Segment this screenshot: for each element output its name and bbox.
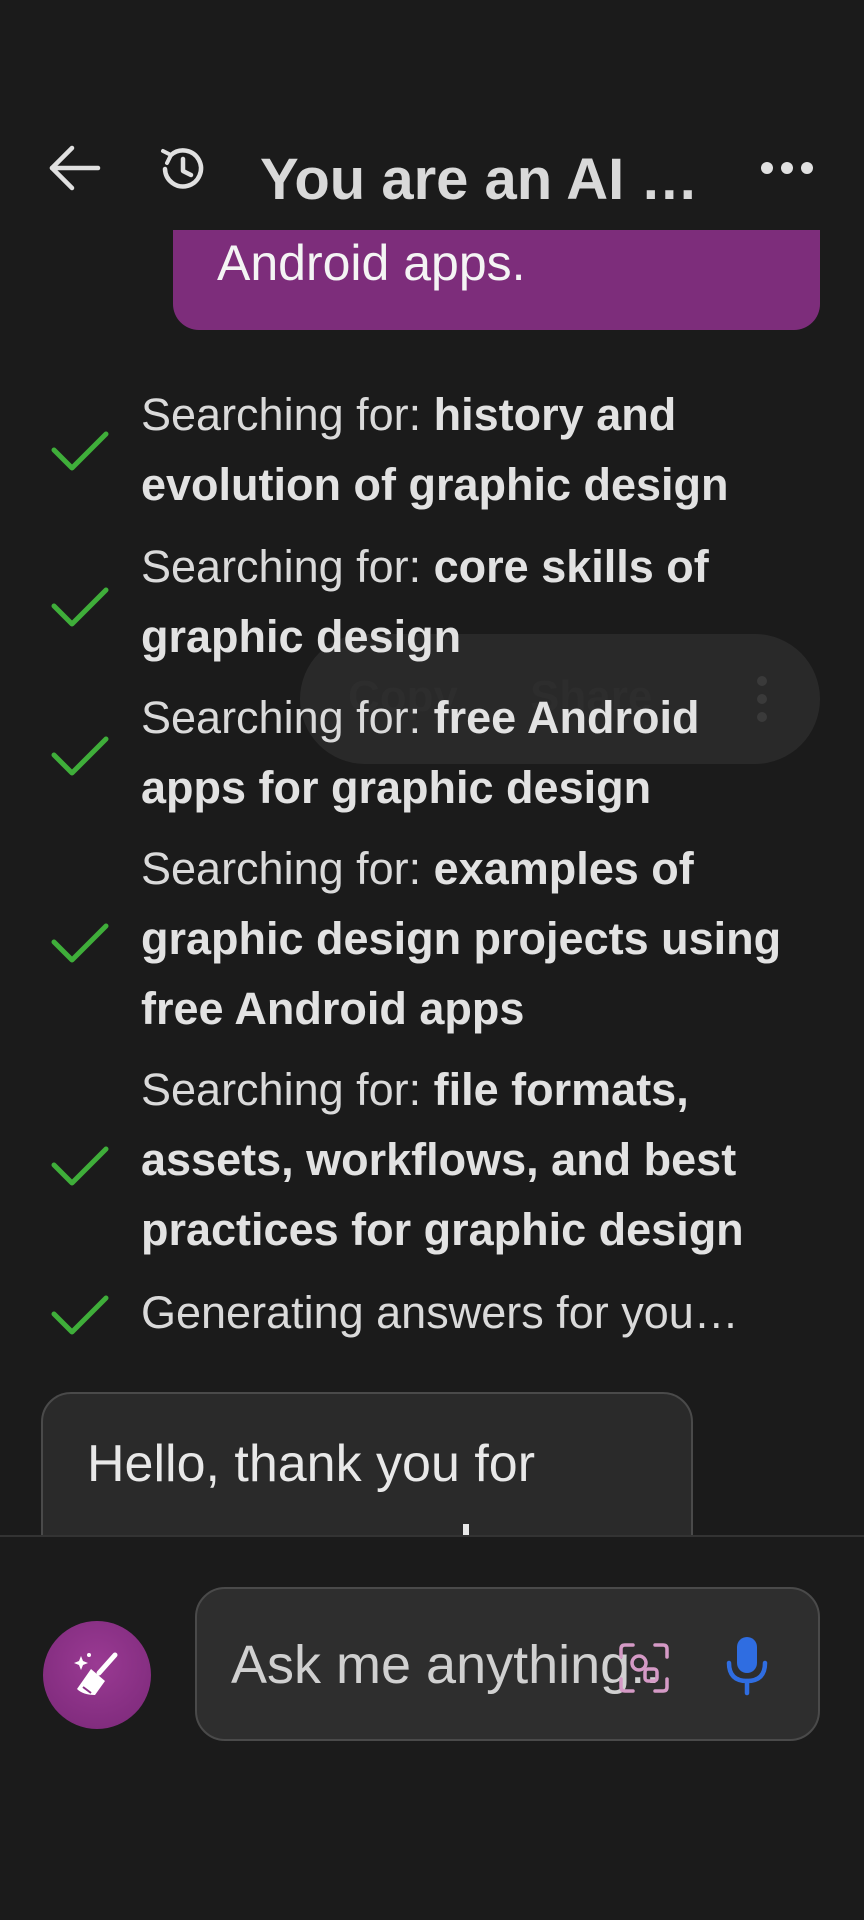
checkmark-icon: [51, 587, 109, 627]
checkmark-icon: [51, 923, 109, 963]
page-title: You are an AI …: [260, 147, 699, 212]
search-step-text: Searching for: free Android apps for grap…: [141, 692, 700, 813]
top-app-bar: You are an AI …: [0, 0, 864, 230]
visual-search-icon[interactable]: [617, 1641, 671, 1695]
back-button[interactable]: [44, 140, 106, 196]
checkmark-icon: [51, 1295, 109, 1335]
search-steps: Searching for: history and evolution of g…: [0, 0, 864, 1535]
search-step-text: Searching for: history and evolution of g…: [141, 389, 729, 510]
history-icon: [161, 148, 204, 189]
checkmark-icon: [51, 736, 109, 776]
more-horizontal-icon: [761, 162, 813, 174]
microphone-button[interactable]: [719, 1633, 775, 1699]
history-button[interactable]: [152, 138, 214, 200]
chat-input-container[interactable]: [195, 1587, 820, 1741]
composer-bar: [0, 1535, 864, 1920]
more-options-button[interactable]: [752, 140, 822, 196]
search-step-text: Searching for: examples of graphic design…: [141, 843, 782, 1034]
chat-scroll-area[interactable]: Android apps. Copy Share Searching for: …: [0, 0, 864, 1535]
microphone-icon: [726, 1637, 768, 1696]
search-step-text: Searching for: core skills of graphic des…: [141, 541, 709, 662]
checkmark-icon: [51, 1146, 109, 1186]
chat-input[interactable]: [229, 1619, 663, 1711]
new-topic-button[interactable]: [43, 1621, 151, 1729]
broom-icon: [74, 1652, 118, 1695]
checkmark-icon: [51, 431, 109, 471]
generating-text: Generating answers for you…: [141, 1287, 739, 1338]
search-step-text: Searching for: file formats, assets, work…: [141, 1064, 744, 1255]
back-arrow-icon: [49, 145, 101, 191]
